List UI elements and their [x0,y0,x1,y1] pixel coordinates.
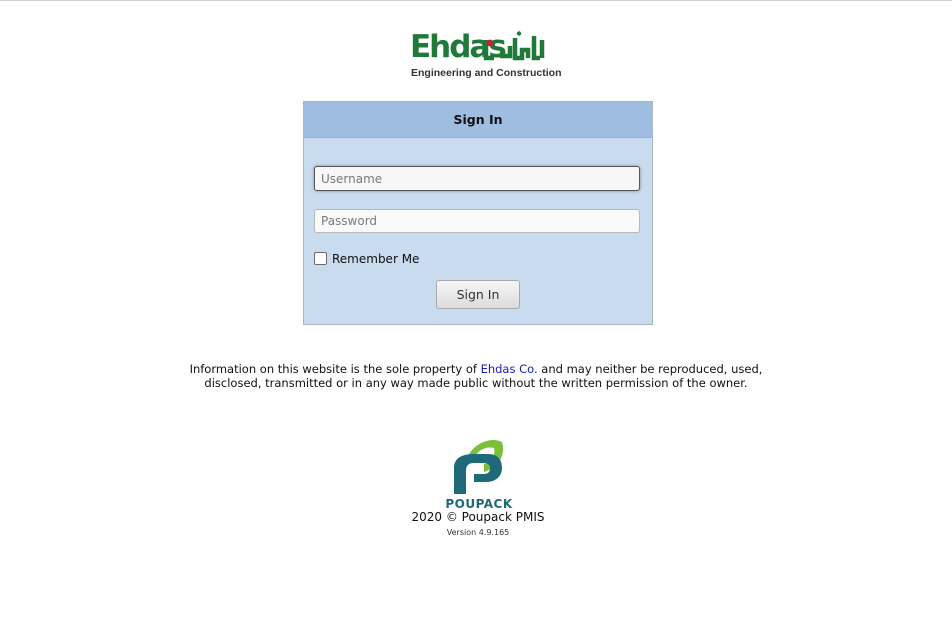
top-border [0,0,952,1]
remember-me-checkbox[interactable] [314,252,327,265]
signin-panel: Sign In Remember Me Sign In [303,101,653,325]
password-input[interactable] [314,209,640,233]
logo-tagline: Engineering and Construction [411,67,562,79]
company-link[interactable]: Ehdas Co. [481,362,538,376]
ehdas-logo: Ehdas Engineering and Construction [404,28,562,84]
poupack-logo: POUPACK [440,438,518,511]
notice-text-before: Information on this website is the sole … [189,362,481,376]
footer-copyright: 2020 © Poupack PMIS [411,510,545,524]
remember-me[interactable]: Remember Me [314,252,419,266]
username-input[interactable] [314,166,640,191]
signin-header: Sign In [304,102,652,138]
logo-arabic-mark-icon [483,31,545,61]
remember-me-label: Remember Me [332,252,420,266]
poupack-logo-icon [454,439,504,494]
copyright-notice: Information on this website is the sole … [176,362,776,390]
sign-in-button[interactable]: Sign In [436,280,520,309]
poupack-wordmark: POUPACK [445,497,513,511]
footer-version: Version 4.9.165 [446,528,510,537]
